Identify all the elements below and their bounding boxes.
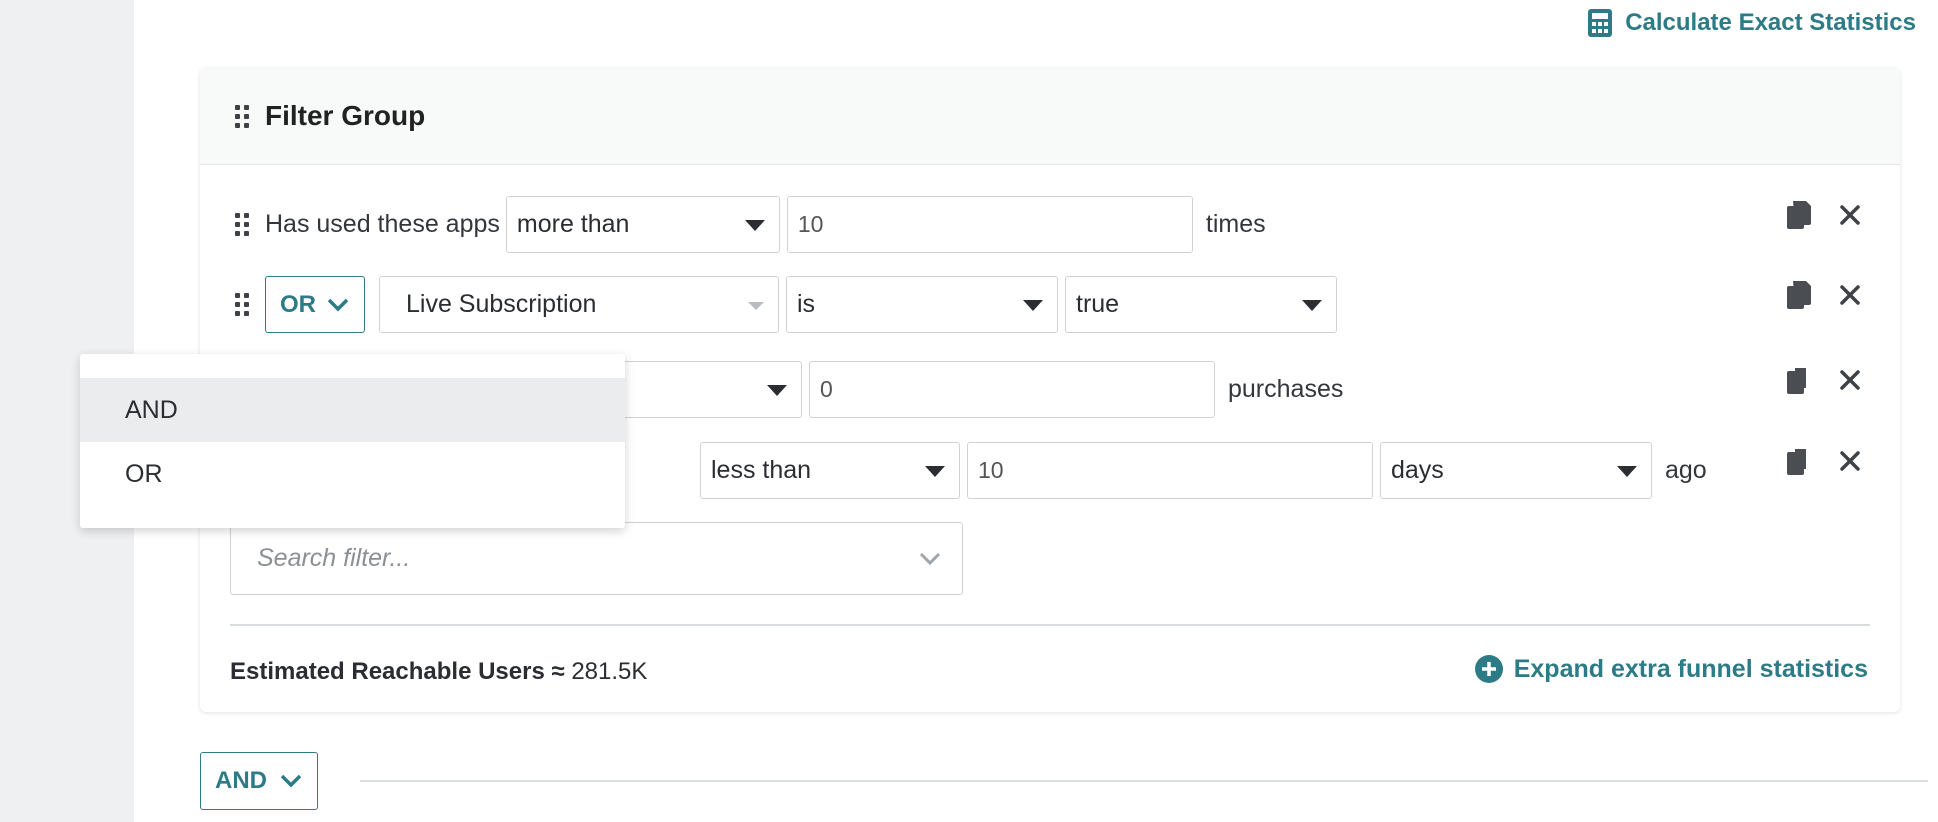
comparator-value: more than (516, 210, 630, 238)
operator-value: OR (280, 290, 316, 318)
drag-handle-icon[interactable] (235, 293, 249, 316)
caret-down-icon (748, 302, 764, 310)
filter-row-apps: Has used these apps more than 10 times (235, 196, 1272, 253)
value-input[interactable]: 0 (809, 361, 1215, 418)
copy-icon[interactable] (1786, 280, 1812, 310)
copy-icon[interactable] (1786, 446, 1812, 476)
expand-label: Expand extra funnel statistics (1513, 654, 1868, 683)
operator-dropdown-menu: AND OR (80, 354, 625, 528)
filter-suffix: ago (1665, 456, 1707, 484)
copy-icon[interactable] (1786, 365, 1812, 395)
caret-down-icon (1302, 300, 1322, 311)
caret-down-icon (744, 220, 765, 231)
filter-suffix: purchases (1228, 375, 1344, 403)
comparator-select[interactable]: less than (700, 442, 960, 499)
close-icon[interactable] (1840, 451, 1860, 471)
value-input[interactable]: 10 (967, 442, 1373, 499)
filter-row-days: less than 10 days ago (700, 442, 1713, 499)
filter-suffix: times (1205, 210, 1266, 238)
row-actions (1786, 280, 1860, 310)
estimated-reachable-users: Estimated Reachable Users ≈ 281.5K (230, 658, 647, 686)
copy-icon[interactable] (1786, 200, 1812, 230)
value-value: true (1076, 290, 1120, 318)
row-operator-dropdown[interactable]: OR (265, 276, 365, 333)
group-separator-line (360, 780, 1928, 782)
search-placeholder: Search filter... (257, 544, 411, 572)
group-operator-value: AND (215, 767, 267, 794)
row-actions (1786, 200, 1860, 230)
chevron-down-icon (327, 298, 349, 311)
value-input[interactable]: 10 (786, 196, 1193, 253)
dropdown-option-or[interactable]: OR (80, 442, 625, 506)
search-filter-input[interactable]: Search filter... (230, 522, 963, 595)
comparator-select[interactable]: more than (505, 196, 780, 253)
caret-down-icon (1023, 300, 1043, 311)
estimate-value: 281.5K (571, 658, 648, 685)
filter-row-subscription: OR Live Subscription is true (235, 276, 1344, 333)
caret-down-icon (767, 385, 787, 396)
chevron-down-icon (280, 774, 302, 788)
plus-circle-icon (1474, 655, 1503, 683)
calculate-exact-statistics-button[interactable]: Calculate Exact Statistics (1587, 8, 1916, 38)
value-select[interactable]: true (1065, 276, 1337, 333)
comparator-value: is (797, 290, 816, 318)
caret-down-icon (925, 466, 945, 477)
row-actions (1786, 446, 1860, 476)
drag-handle-icon[interactable] (235, 213, 249, 236)
drag-handle-icon[interactable] (235, 104, 249, 128)
expand-funnel-statistics-button[interactable]: Expand extra funnel statistics (1474, 654, 1868, 684)
filter-label: Has used these apps (265, 210, 500, 238)
calculator-icon (1588, 9, 1613, 37)
unit-select[interactable]: days (1380, 442, 1652, 499)
group-operator-dropdown[interactable]: AND (200, 752, 318, 810)
unit-value: days (1391, 456, 1444, 484)
comparator-select[interactable]: is (786, 276, 1058, 333)
property-value: Live Subscription (406, 290, 597, 318)
dropdown-option-and[interactable]: AND (80, 378, 625, 442)
property-select[interactable]: Live Subscription (379, 276, 779, 333)
estimate-label: Estimated Reachable Users ≈ (230, 658, 565, 685)
chevron-down-icon (919, 552, 941, 566)
filter-row-purchases: 0 purchases (620, 361, 1349, 418)
close-icon[interactable] (1840, 370, 1860, 390)
close-icon[interactable] (1840, 205, 1860, 225)
divider (230, 624, 1870, 626)
calculate-label: Calculate Exact Statistics (1625, 9, 1916, 36)
filter-group-header: Filter Group (200, 68, 1900, 165)
comparator-select[interactable] (620, 361, 802, 418)
filter-group-title: Filter Group (265, 100, 426, 131)
close-icon[interactable] (1840, 285, 1860, 305)
comparator-value: less than (711, 456, 812, 484)
caret-down-icon (1617, 466, 1637, 477)
row-actions (1786, 365, 1860, 395)
